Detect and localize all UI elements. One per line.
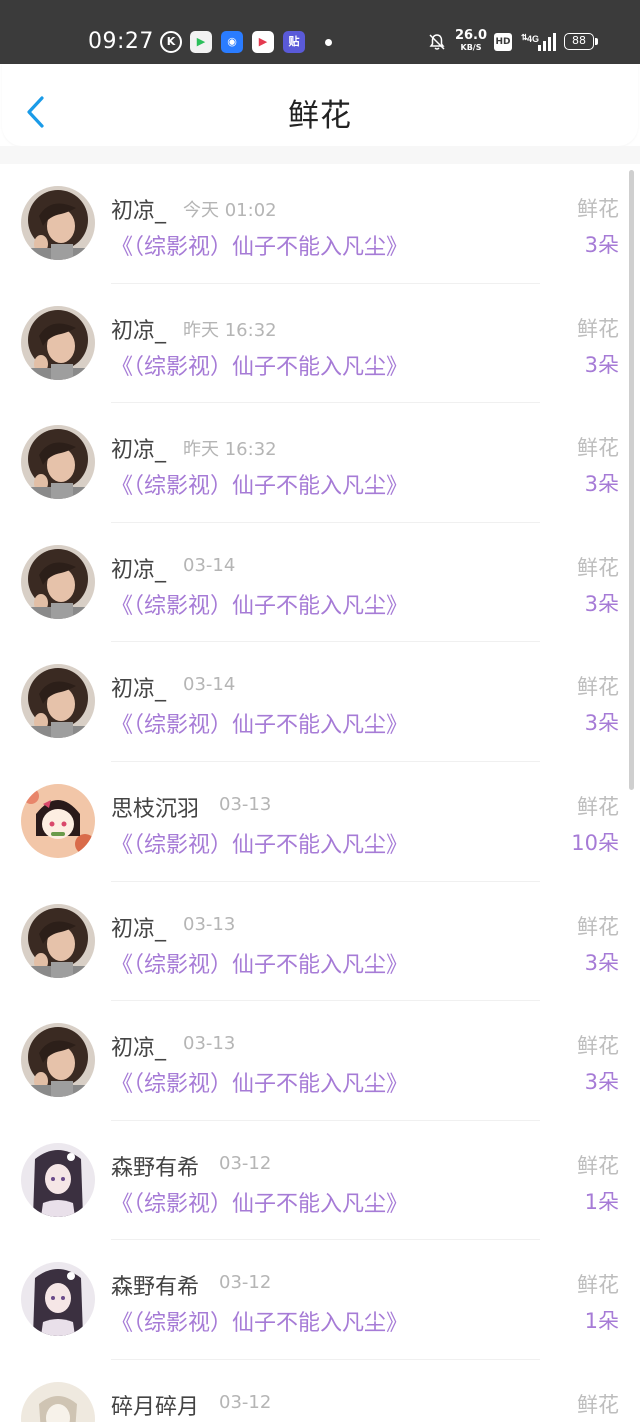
- gift-count: 3朵: [584, 950, 619, 975]
- gift-count: 3朵: [584, 591, 619, 616]
- avatar[interactable]: [21, 545, 95, 619]
- flower-gift-list: 初凉_ 今天 01:02 《（综影视）仙子不能入凡尘》 鲜花 3朵 初凉_ 昨天…: [0, 164, 640, 1422]
- username[interactable]: 初凉_: [111, 552, 166, 584]
- username[interactable]: 森野有希: [111, 1269, 199, 1301]
- net-speed-value: 26.0: [454, 28, 488, 43]
- gift-type: 鲜花: [577, 197, 619, 221]
- network-label: 4G: [527, 34, 539, 44]
- avatar[interactable]: [21, 1143, 95, 1217]
- list-item[interactable]: 初凉_ 昨天 16:32 《（综影视）仙子不能入凡尘》 鲜花 3朵: [0, 284, 640, 404]
- more-notifications-dot-icon: [325, 39, 332, 46]
- avatar[interactable]: [21, 1023, 95, 1097]
- gift-time: 03-13: [183, 1033, 236, 1055]
- avatar[interactable]: [21, 904, 95, 978]
- avatar[interactable]: [21, 1262, 95, 1336]
- gift-time: 03-13: [219, 794, 272, 815]
- tieba-app-icon: 贴: [283, 31, 305, 53]
- gift-count: 3朵: [584, 233, 619, 257]
- list-item[interactable]: 初凉_ 03-13 《（综影视）仙子不能入凡尘》 鲜花 3朵: [0, 1001, 640, 1121]
- gift-time: 03-12: [219, 1272, 272, 1294]
- battery-icon: 88: [564, 33, 594, 50]
- avatar[interactable]: [21, 664, 95, 738]
- play-store-icon: ▶: [190, 31, 212, 53]
- nav-bar: 鲜花: [2, 64, 638, 146]
- list-item[interactable]: 初凉_ 03-13 《（综影视）仙子不能入凡尘》 鲜花 3朵: [0, 882, 640, 1002]
- book-title[interactable]: 《（综影视）仙子不能入凡尘》: [111, 1186, 408, 1218]
- gift-count: 1朵: [584, 1309, 619, 1334]
- gift-count: 3朵: [584, 711, 619, 736]
- gift-count: 1朵: [584, 1189, 619, 1214]
- list-item[interactable]: 森野有希 03-12 《（综影视）仙子不能入凡尘》 鲜花 1朵: [0, 1240, 640, 1360]
- gift-type: 鲜花: [577, 914, 619, 939]
- gift-time: 昨天 16:32: [183, 439, 277, 461]
- book-title[interactable]: 《（综影视）仙子不能入凡尘》: [111, 827, 408, 859]
- gift-type: 鲜花: [577, 436, 619, 461]
- mute-bell-icon: [429, 34, 445, 50]
- gift-time: 03-12: [219, 1392, 272, 1413]
- book-title[interactable]: 《（综影视）仙子不能入凡尘》: [111, 229, 408, 261]
- book-title[interactable]: 《（综影视）仙子不能入凡尘》: [111, 349, 408, 381]
- username[interactable]: 思枝沉羽: [111, 791, 199, 823]
- gift-count: 3朵: [584, 472, 619, 497]
- list-item[interactable]: 森野有希 03-12 《（综影视）仙子不能入凡尘》 鲜花 1朵: [0, 1121, 640, 1241]
- username[interactable]: 初凉_: [111, 193, 166, 225]
- book-title[interactable]: 《（综影视）仙子不能入凡尘》: [111, 947, 408, 979]
- gift-time: 03-14: [183, 554, 236, 576]
- gift-time: 今天 01:02: [183, 200, 277, 221]
- gift-type: 鲜花: [577, 795, 619, 819]
- avatar[interactable]: [21, 1382, 95, 1422]
- k-app-icon: K: [160, 31, 182, 53]
- video-app-icon: ▶: [252, 31, 274, 53]
- list-item[interactable]: 初凉_ 03-14 《（综影视）仙子不能入凡尘》 鲜花 3朵: [0, 642, 640, 762]
- username[interactable]: 初凉_: [111, 911, 166, 943]
- gift-type: 鲜花: [577, 1153, 619, 1178]
- net-speed: 26.0 KB/S: [454, 29, 488, 52]
- gift-time: 03-13: [183, 913, 236, 935]
- list-item[interactable]: 思枝沉羽 03-13 《（综影视）仙子不能入凡尘》 鲜花 10朵: [0, 762, 640, 882]
- header-separator: [0, 146, 640, 164]
- gift-type: 鲜花: [577, 555, 619, 580]
- gift-type: 鲜花: [577, 1273, 619, 1298]
- avatar[interactable]: [21, 425, 95, 499]
- username[interactable]: 碎月碎月: [111, 1389, 199, 1421]
- gift-time: 昨天 16:32: [183, 319, 277, 341]
- username[interactable]: 初凉_: [111, 432, 166, 464]
- gift-type: 鲜花: [577, 316, 619, 341]
- gift-count: 10朵: [571, 831, 619, 855]
- list-item[interactable]: 碎月碎月 03-12 鲜花: [0, 1360, 640, 1422]
- username[interactable]: 初凉_: [111, 1030, 166, 1062]
- status-time: 09:27: [88, 29, 154, 54]
- book-title[interactable]: 《（综影视）仙子不能入凡尘》: [111, 588, 408, 620]
- hd-icon: HD: [494, 33, 512, 51]
- avatar[interactable]: [21, 186, 95, 260]
- battery-tip-icon: [595, 38, 598, 45]
- list-item[interactable]: 初凉_ 03-14 《（综影视）仙子不能入凡尘》 鲜花 3朵: [0, 523, 640, 643]
- gift-type: 鲜花: [577, 1034, 619, 1059]
- gift-time: 03-14: [183, 674, 236, 696]
- list-item[interactable]: 初凉_ 昨天 16:32 《（综影视）仙子不能入凡尘》 鲜花 3朵: [0, 403, 640, 523]
- avatar[interactable]: [21, 306, 95, 380]
- gift-time: 03-12: [219, 1152, 272, 1174]
- gift-count: 3朵: [584, 1070, 619, 1095]
- avatar[interactable]: [21, 784, 95, 858]
- book-title[interactable]: 《（综影视）仙子不能入凡尘》: [111, 1066, 408, 1098]
- page-title: 鲜花: [288, 98, 352, 134]
- gift-count: 3朵: [584, 352, 619, 377]
- username[interactable]: 初凉_: [111, 313, 166, 345]
- signal-4g-icon: ⇅ 4G: [521, 33, 556, 51]
- status-bar: 09:27 K ▶ ◉ ▶ 贴 26.0 KB/S HD ⇅ 4G 88: [0, 0, 640, 64]
- username[interactable]: 初凉_: [111, 671, 166, 703]
- gift-type: 鲜花: [577, 1393, 619, 1417]
- gift-type: 鲜花: [577, 675, 619, 700]
- browser-icon: ◉: [221, 31, 243, 53]
- book-title[interactable]: 《（综影视）仙子不能入凡尘》: [111, 468, 408, 500]
- username[interactable]: 森野有希: [111, 1150, 199, 1182]
- scrollbar[interactable]: [629, 170, 634, 790]
- net-speed-unit: KB/S: [460, 43, 482, 52]
- book-title[interactable]: 《（综影视）仙子不能入凡尘》: [111, 1305, 408, 1337]
- list-item[interactable]: 初凉_ 今天 01:02 《（综影视）仙子不能入凡尘》 鲜花 3朵: [0, 164, 640, 284]
- book-title[interactable]: 《（综影视）仙子不能入凡尘》: [111, 707, 408, 739]
